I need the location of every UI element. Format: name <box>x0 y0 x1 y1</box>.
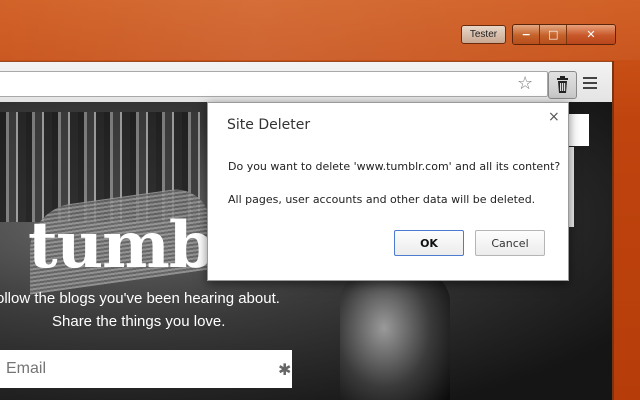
dialog-title: Site Deleter <box>227 117 311 133</box>
cancel-button[interactable]: Cancel <box>475 230 545 256</box>
obscured-panel <box>567 114 589 146</box>
site-deleter-extension-button[interactable] <box>548 71 577 99</box>
required-icon: ✱ <box>278 360 292 379</box>
maximize-button[interactable]: □ <box>540 25 567 44</box>
chrome-menu-button[interactable] <box>583 77 597 91</box>
dialog-submessage: All pages, user accounts and other data … <box>228 193 536 206</box>
tagline-line-1: ollow the blogs you've been hearing abou… <box>0 290 280 307</box>
profile-button[interactable]: Tester <box>461 25 506 44</box>
site-deleter-dialog: Site Deleter × Do you want to delete 'ww… <box>207 102 569 281</box>
close-icon: ✕ <box>586 28 596 41</box>
ok-button[interactable]: OK <box>394 230 464 256</box>
hamburger-line <box>583 82 597 84</box>
maximize-icon: □ <box>548 28 559 41</box>
tagline-line-2: Share the things you love. <box>52 313 226 330</box>
address-bar[interactable]: ☆ <box>0 71 548 97</box>
frame-right-edge <box>612 61 614 400</box>
browser-toolbar: ☆ <box>0 61 613 102</box>
close-window-button[interactable]: ✕ <box>566 25 615 44</box>
trash-icon <box>557 76 568 93</box>
bookmark-star-icon[interactable]: ☆ <box>517 73 533 95</box>
hamburger-line <box>583 87 597 89</box>
email-input[interactable] <box>0 350 292 388</box>
hamburger-icon <box>583 77 597 79</box>
dialog-close-icon[interactable]: × <box>548 109 560 125</box>
bottle-image <box>340 272 450 400</box>
window-controls: − □ ✕ <box>512 24 616 45</box>
minimize-icon: − <box>521 28 531 41</box>
minimize-button[interactable]: − <box>513 25 541 44</box>
dialog-message: Do you want to delete 'www.tumblr.com' a… <box>228 160 561 173</box>
